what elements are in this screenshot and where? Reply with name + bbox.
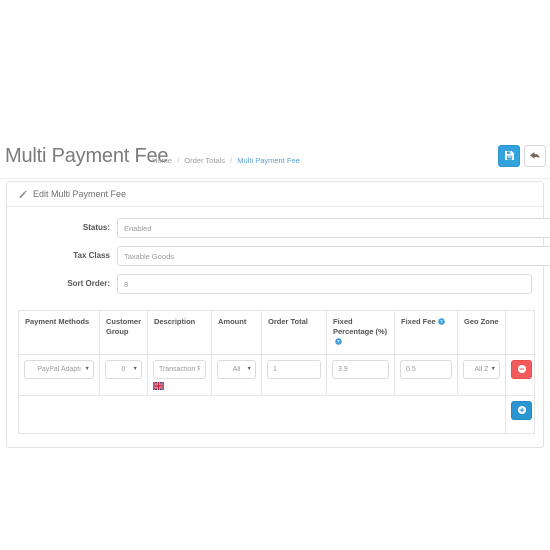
cell-geo-zone: ▼ xyxy=(457,354,506,396)
page-title: Multi Payment Fee xyxy=(5,145,169,167)
panel-title: Edit Multi Payment Fee xyxy=(33,189,127,199)
table-row: ▼ ▼ xyxy=(18,354,535,396)
cell-description xyxy=(147,354,212,396)
column-header-payment-methods: Payment Methods xyxy=(18,310,100,355)
chevron-down-icon: ▼ xyxy=(490,366,496,372)
sort-order-input[interactable] xyxy=(117,274,532,294)
help-icon[interactable]: ? xyxy=(437,318,445,328)
payment-method-select-wrap: ▼ xyxy=(24,360,94,379)
chevron-down-icon: ▼ xyxy=(132,366,138,372)
tax-class-select-wrap: ▼ xyxy=(117,246,550,266)
help-icon[interactable]: ? xyxy=(335,338,342,348)
status-label: Status: xyxy=(82,223,110,232)
chevron-down-icon: ▼ xyxy=(246,366,252,372)
breadcrumb-item-order-totals[interactable]: Order Totals xyxy=(184,156,225,165)
status-select[interactable] xyxy=(117,218,550,238)
description-input[interactable] xyxy=(153,360,206,379)
breadcrumb: Home / Order Totals / Multi Payment Fee xyxy=(152,156,300,165)
cell-customer-group: ▼ xyxy=(99,354,148,396)
chevron-down-icon: ▼ xyxy=(84,366,90,372)
svg-text:?: ? xyxy=(440,319,443,324)
save-icon xyxy=(504,150,515,163)
back-arrow-icon xyxy=(529,150,541,163)
column-header-geo-zone: Geo Zone xyxy=(457,310,506,355)
tax-class-label: Tax Class xyxy=(73,251,110,260)
breadcrumb-separator: / xyxy=(230,156,233,165)
column-header-fixed-percentage-label: Fixed Percentage (%) xyxy=(333,317,388,336)
column-header-amount: Amount xyxy=(211,310,262,355)
payment-method-select[interactable] xyxy=(24,360,94,379)
fee-table-header-row: Payment Methods Customer Group Descripti… xyxy=(18,310,535,355)
header-buttons xyxy=(498,145,546,167)
breadcrumb-separator: / xyxy=(177,156,180,165)
cell-amount: ▼ xyxy=(211,354,262,396)
column-header-fixed-percentage: Fixed Percentage (%)? xyxy=(326,310,395,355)
customer-group-select-wrap: ▼ xyxy=(105,360,142,379)
plus-circle-icon xyxy=(517,405,527,417)
column-header-fixed-fee: Fixed Fee? xyxy=(394,310,458,355)
column-header-customer-group: Customer Group xyxy=(99,310,148,355)
footer-spacer-cell xyxy=(18,395,506,434)
panel-heading: Edit Multi Payment Fee xyxy=(7,182,543,207)
cell-add-action xyxy=(505,395,535,434)
edit-panel: Edit Multi Payment Fee Status: ▼ Tax Cla… xyxy=(6,181,550,448)
page-header: Multi Payment Fee Home / Order Totals / … xyxy=(0,137,550,179)
amount-select-wrap: ▼ xyxy=(217,360,256,379)
column-header-fixed-fee-label: Fixed Fee xyxy=(401,317,436,326)
cell-payment-method: ▼ xyxy=(18,354,100,396)
page-root: Multi Payment Fee Home / Order Totals / … xyxy=(0,0,550,550)
breadcrumb-item-home[interactable]: Home xyxy=(152,156,172,165)
form-row-sort-order: Sort Order: xyxy=(18,274,532,301)
fixed-fee-input[interactable] xyxy=(400,360,452,379)
cell-fixed-percentage xyxy=(326,354,395,396)
column-header-description: Description xyxy=(147,310,212,355)
fee-table: Payment Methods Customer Group Descripti… xyxy=(18,310,535,434)
save-button[interactable] xyxy=(498,145,520,167)
order-total-input[interactable] xyxy=(267,360,321,379)
fixed-percentage-input[interactable] xyxy=(332,360,389,379)
tax-class-select[interactable] xyxy=(117,246,550,266)
column-header-actions xyxy=(505,310,535,355)
panel-body: Status: ▼ Tax Class ▼ Sort Order: xyxy=(7,207,550,447)
cell-order-total xyxy=(261,354,327,396)
form-row-status: Status: ▼ xyxy=(18,218,550,245)
column-header-order-total: Order Total xyxy=(261,310,327,355)
pencil-icon xyxy=(18,190,27,199)
add-row-button[interactable] xyxy=(511,401,532,420)
sort-order-input-wrap xyxy=(117,274,532,294)
back-button[interactable] xyxy=(524,145,546,167)
uk-flag-icon xyxy=(152,381,165,391)
fee-table-footer-row xyxy=(18,395,535,434)
minus-circle-icon xyxy=(517,364,527,376)
form-row-tax-class: Tax Class ▼ xyxy=(18,246,550,273)
status-select-wrap: ▼ xyxy=(117,218,550,238)
remove-row-button[interactable] xyxy=(511,360,532,379)
geo-zone-select-wrap: ▼ xyxy=(463,360,500,379)
cell-fixed-fee xyxy=(394,354,458,396)
sort-order-label: Sort Order: xyxy=(67,279,110,288)
cell-remove-action xyxy=(505,354,535,396)
svg-text:?: ? xyxy=(337,339,340,344)
breadcrumb-item-multi-payment-fee[interactable]: Multi Payment Fee xyxy=(237,156,300,165)
